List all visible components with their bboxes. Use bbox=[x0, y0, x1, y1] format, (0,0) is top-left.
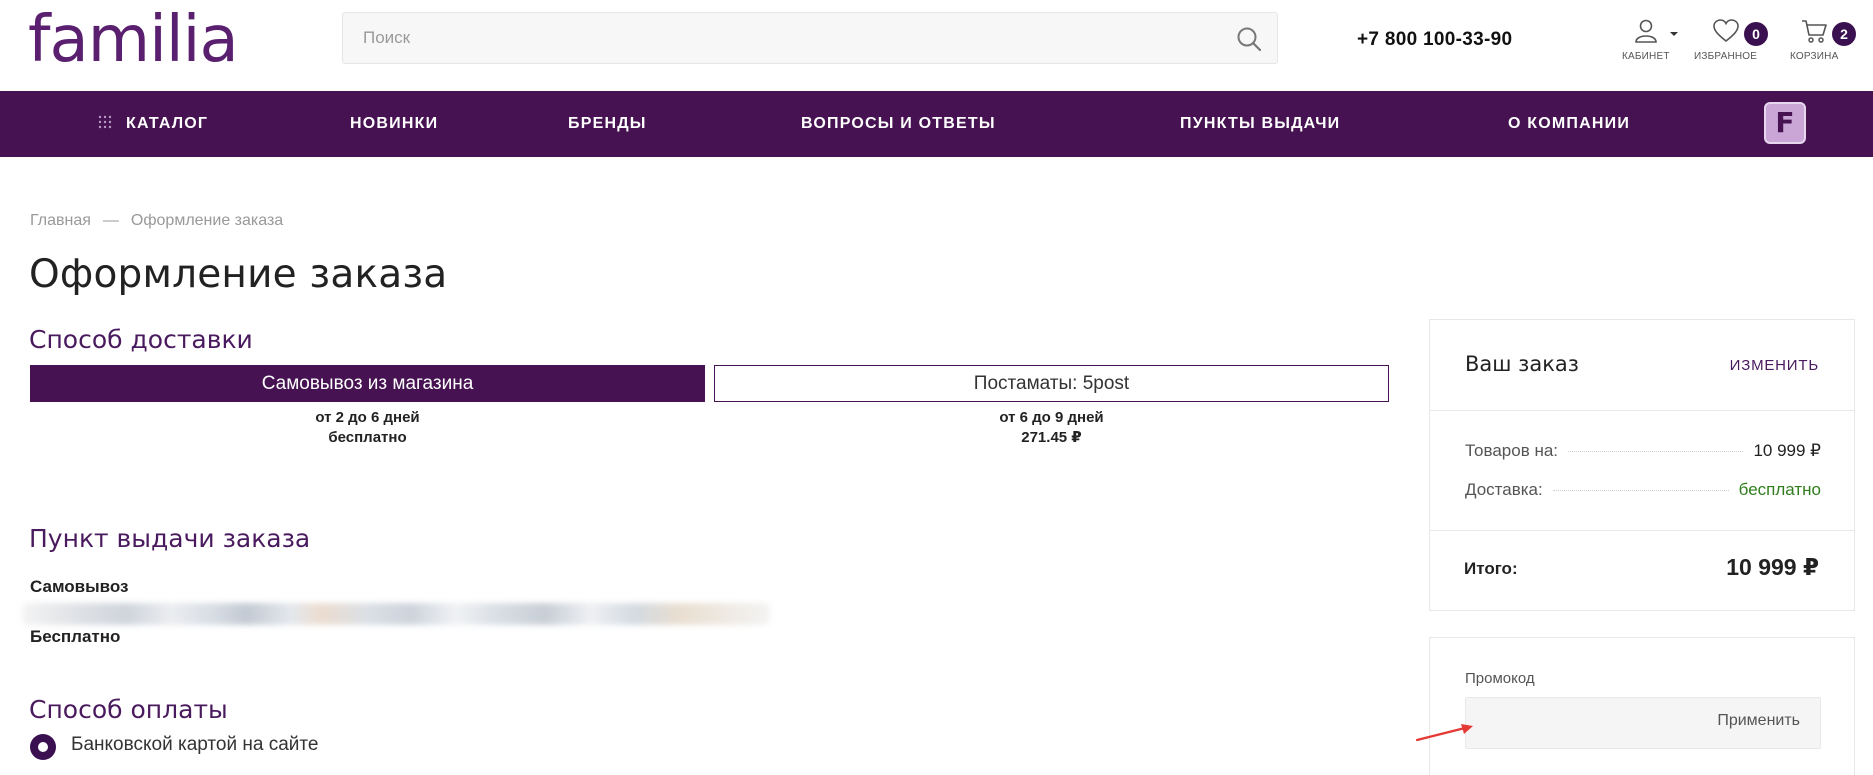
pickup-method: Самовывоз bbox=[30, 577, 129, 596]
delivery-info-store: от 2 до 6 дней бесплатно bbox=[30, 408, 705, 448]
cart-button[interactable]: КОРЗИНА bbox=[1790, 18, 1838, 62]
search-icon[interactable] bbox=[1235, 25, 1263, 53]
brand-badge[interactable]: F bbox=[1764, 102, 1806, 144]
delivery-time: от 2 до 6 дней bbox=[315, 409, 420, 426]
nav-catalog-label: КАТАЛОГ bbox=[126, 115, 209, 132]
page-title: Оформление заказа bbox=[29, 252, 448, 297]
pickup-section-title: Пункт выдачи заказа bbox=[29, 524, 311, 553]
summary-header: Ваш заказ ИЗМЕНИТЬ bbox=[1430, 320, 1854, 411]
breadcrumb-separator: — bbox=[102, 212, 119, 229]
delivery-label: Доставка: bbox=[1465, 480, 1543, 499]
cart-label: КОРЗИНА bbox=[1790, 51, 1839, 62]
favorites-count-badge: 0 bbox=[1744, 22, 1768, 46]
promo-code-input[interactable] bbox=[1466, 698, 1706, 748]
delivery-option-store-pickup[interactable]: Самовывоз из магазина bbox=[30, 365, 705, 402]
breadcrumb-current: Оформление заказа bbox=[130, 212, 284, 229]
header: familia +7 800 100-33-90 КАБИНЕТ ИЗБРАНН… bbox=[0, 0, 1873, 91]
breadcrumb: Главная — Оформление заказа bbox=[30, 212, 283, 230]
search-box bbox=[342, 12, 1278, 64]
promo-box: Промокод Применить bbox=[1429, 637, 1855, 775]
promo-label: Промокод bbox=[1465, 670, 1535, 687]
total-value: 10 999 ₽ bbox=[1726, 554, 1819, 580]
radio-dot bbox=[38, 742, 48, 752]
familia-logo[interactable]: familia bbox=[28, 8, 239, 72]
summary-title: Ваш заказ bbox=[1465, 352, 1579, 376]
heart-icon bbox=[1712, 19, 1739, 43]
delivery-option-postamat[interactable]: Постаматы: 5post bbox=[714, 365, 1389, 402]
payment-section-title: Способ оплаты bbox=[29, 695, 228, 724]
total-label: Итого: bbox=[1464, 559, 1518, 578]
blurred-pickup-address bbox=[22, 603, 770, 625]
delivery-time: от 6 до 9 дней bbox=[999, 409, 1104, 426]
annotation-arrow-icon bbox=[1415, 724, 1473, 742]
phone-number[interactable]: +7 800 100-33-90 bbox=[1357, 29, 1512, 51]
summary-row-goods: Товаров на: 10 999 ₽ bbox=[1465, 440, 1821, 462]
promo-field: Применить bbox=[1465, 697, 1821, 749]
goods-value: 10 999 ₽ bbox=[1753, 441, 1821, 460]
cart-icon bbox=[1802, 20, 1828, 43]
dotted-leader bbox=[1552, 489, 1729, 491]
dotted-leader bbox=[1568, 450, 1744, 452]
delivery-price: бесплатно bbox=[328, 429, 407, 446]
account-label: КАБИНЕТ bbox=[1622, 51, 1670, 62]
edit-order-link[interactable]: ИЗМЕНИТЬ bbox=[1730, 357, 1819, 374]
search-input[interactable] bbox=[343, 13, 1203, 63]
nav-item-new[interactable]: НОВИНКИ bbox=[350, 91, 438, 157]
summary-row-delivery: Доставка: бесплатно bbox=[1465, 479, 1821, 501]
main-nav: КАТАЛОГ НОВИНКИ БРЕНДЫ ВОПРОСЫ И ОТВЕТЫ … bbox=[0, 91, 1873, 157]
pickup-cost: Бесплатно bbox=[30, 627, 121, 646]
nav-item-faq[interactable]: ВОПРОСЫ И ОТВЕТЫ bbox=[801, 91, 996, 157]
delivery-section-title: Способ доставки bbox=[29, 325, 253, 354]
promo-apply-button[interactable]: Применить bbox=[1717, 712, 1800, 730]
payment-radio-card[interactable] bbox=[30, 734, 56, 760]
account-button[interactable]: КАБИНЕТ bbox=[1622, 18, 1670, 62]
goods-label: Товаров на: bbox=[1465, 441, 1559, 460]
nav-item-brands[interactable]: БРЕНДЫ bbox=[568, 91, 647, 157]
delivery-info-postamat: от 6 до 9 дней 271.45 ₽ bbox=[714, 408, 1389, 448]
summary-divider bbox=[1430, 530, 1854, 531]
cart-count-badge: 2 bbox=[1832, 22, 1856, 46]
delivery-price: 271.45 ₽ bbox=[1021, 429, 1082, 446]
breadcrumb-home[interactable]: Главная bbox=[30, 212, 91, 229]
nav-item-catalog[interactable]: КАТАЛОГ bbox=[98, 91, 208, 157]
chevron-down-icon[interactable] bbox=[1669, 31, 1679, 38]
payment-option-label[interactable]: Банковской картой на сайте bbox=[71, 734, 318, 756]
delivery-value: бесплатно bbox=[1738, 480, 1821, 499]
nav-item-pickup-points[interactable]: ПУНКТЫ ВЫДАЧИ bbox=[1180, 91, 1340, 157]
grid-icon bbox=[98, 116, 112, 129]
user-icon bbox=[1635, 19, 1657, 43]
nav-item-about[interactable]: О КОМПАНИИ bbox=[1508, 91, 1630, 157]
favorites-label: ИЗБРАННОЕ bbox=[1694, 51, 1758, 62]
